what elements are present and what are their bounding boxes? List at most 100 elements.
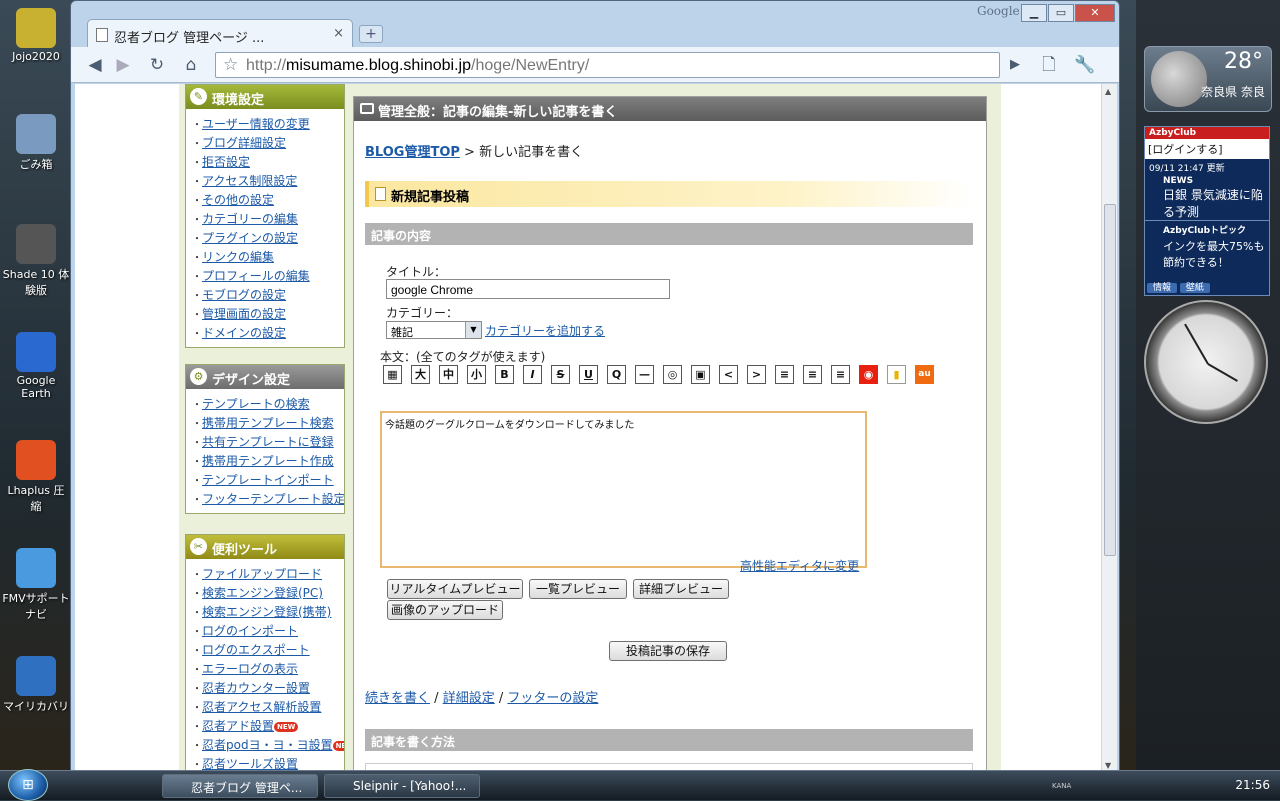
- bold-tag-icon[interactable]: B: [495, 365, 514, 384]
- image-tag-icon[interactable]: ▣: [691, 365, 710, 384]
- sidebar-item-link[interactable]: 忍者podヨ・ヨ・ヨ設置: [202, 738, 333, 752]
- sidebar-item-link[interactable]: 携帯用テンプレート検索: [202, 416, 334, 430]
- sidebar-item-link[interactable]: モブログの設定: [202, 288, 286, 302]
- forward-icon[interactable]: ▶: [109, 52, 137, 78]
- sidebar-item-link[interactable]: カテゴリーの編集: [202, 212, 298, 226]
- sidebar-item-link[interactable]: 忍者カウンター設置: [202, 681, 310, 695]
- sidebar-item-link[interactable]: 拒否設定: [202, 155, 250, 169]
- sidebar-item-link[interactable]: ログのインポート: [202, 624, 298, 638]
- small-tag-icon[interactable]: 小: [467, 365, 486, 384]
- desktop-icon[interactable]: マイリカバリ: [2, 656, 70, 714]
- sidebar-item-link[interactable]: 忍者アクセス解析設置: [202, 700, 321, 714]
- medium-tag-icon[interactable]: 中: [439, 365, 458, 384]
- footer-settings-link[interactable]: フッターの設定: [507, 691, 598, 706]
- sidebar-item-link[interactable]: プラグインの設定: [202, 231, 298, 245]
- sidebar-item-link[interactable]: 管理画面の設定: [202, 307, 286, 321]
- large-tag-icon[interactable]: 大: [411, 365, 430, 384]
- taskbar-item-browser[interactable]: 忍者ブログ 管理ペ...: [162, 774, 318, 798]
- realtime-preview-button[interactable]: リアルタイムプレビュー: [387, 579, 523, 599]
- sidebar-item-link[interactable]: エラーログの表示: [202, 662, 298, 676]
- list-preview-button[interactable]: 一覧プレビュー: [529, 579, 627, 599]
- tab-close-icon[interactable]: ×: [333, 26, 344, 41]
- sidebar-section-title: 環境設定: [212, 93, 265, 108]
- topic-text[interactable]: インクを最大75%も節約できる！: [1145, 238, 1269, 272]
- sidebar-item-link[interactable]: プロフィールの編集: [202, 269, 310, 283]
- sidebar-item-link[interactable]: テンプレートインポート: [202, 473, 334, 487]
- left-bracket-icon[interactable]: <: [719, 365, 738, 384]
- sidebar-item-link[interactable]: 忍者ツールズ設置: [202, 757, 298, 771]
- color-tag-icon[interactable]: ▦: [383, 365, 402, 384]
- add-category-link[interactable]: カテゴリーを追加する: [485, 322, 605, 339]
- link-tag-icon[interactable]: ◎: [663, 365, 682, 384]
- taskbar-item-sleipnir[interactable]: Sleipnir - [Yahoo!...: [324, 774, 480, 798]
- breadcrumb-blog-top[interactable]: BLOG管理TOP: [365, 145, 460, 160]
- taskbar-clock[interactable]: 21:56: [1235, 778, 1270, 792]
- news-text[interactable]: 日銀 景気減速に陥る予測: [1145, 186, 1269, 220]
- sidebar-item-link[interactable]: 共有テンプレートに登録: [202, 435, 334, 449]
- sidebar-item-link[interactable]: 携帯用テンプレート作成: [202, 454, 334, 468]
- hr-tag-icon[interactable]: —: [635, 365, 654, 384]
- sidebar-item-link[interactable]: ユーザー情報の変更: [202, 117, 310, 131]
- maximize-button[interactable]: ▭: [1048, 4, 1074, 22]
- sidebar-item-link[interactable]: ブログ詳細設定: [202, 136, 286, 150]
- strike-tag-icon[interactable]: S: [551, 365, 570, 384]
- continue-writing-link[interactable]: 続きを書く: [365, 691, 430, 706]
- page-menu-icon[interactable]: 🗋: [1035, 52, 1063, 78]
- sidebar-item-link[interactable]: 忍者アド設置: [202, 719, 274, 733]
- desktop-icon[interactable]: FMVサポートナビ: [2, 548, 70, 622]
- bookmark-star-icon[interactable]: ☆: [223, 55, 238, 75]
- category-label: カテゴリー：: [386, 306, 459, 320]
- desktop-icon[interactable]: Lhaplus 圧縮: [2, 440, 70, 514]
- sidebar-item-link[interactable]: ログのエクスポート: [202, 643, 310, 657]
- sidebar-item-link[interactable]: テンプレートの検索: [202, 397, 310, 411]
- sidebar-item-link[interactable]: フッターテンプレート設定: [202, 492, 344, 506]
- desktop-icon[interactable]: Shade 10 体験版: [2, 224, 70, 298]
- tab-wallpaper[interactable]: 壁紙: [1179, 283, 1210, 293]
- back-icon[interactable]: ◀: [81, 52, 109, 78]
- desktop-icon[interactable]: ごみ箱: [2, 114, 70, 172]
- align-right-icon[interactable]: ≡: [803, 365, 822, 384]
- image-upload-button[interactable]: 画像のアップロード: [387, 600, 503, 620]
- go-icon[interactable]: ▶: [1001, 52, 1029, 78]
- softbank-emoji-icon[interactable]: ▮: [887, 365, 906, 384]
- start-button[interactable]: ⊞: [8, 769, 48, 801]
- category-select[interactable]: 雑記 ▼: [386, 321, 482, 339]
- home-icon[interactable]: ⌂: [177, 52, 205, 78]
- quote-tag-icon[interactable]: Q: [607, 365, 626, 384]
- minimize-button[interactable]: ▁: [1021, 4, 1047, 22]
- au-emoji-icon[interactable]: au: [915, 365, 934, 384]
- sidebar-item-link[interactable]: リンクの編集: [202, 250, 274, 264]
- align-center-icon[interactable]: ≡: [831, 365, 850, 384]
- address-bar[interactable]: ☆ http://misumame.blog.shinobi.jp/hoge/N…: [215, 52, 1000, 78]
- detail-preview-button[interactable]: 詳細プレビュー: [633, 579, 729, 599]
- detail-settings-link[interactable]: 詳細設定: [443, 691, 495, 706]
- close-button[interactable]: ✕: [1075, 4, 1115, 22]
- desktop-icon[interactable]: Google Earth: [2, 332, 70, 400]
- sidebar-item-link[interactable]: 検索エンジン登録(携帯): [202, 605, 331, 619]
- reload-icon[interactable]: ↻: [143, 52, 171, 78]
- right-bracket-icon[interactable]: >: [747, 365, 766, 384]
- ime-kana[interactable]: KANA: [1052, 782, 1071, 790]
- sidebar-item-link[interactable]: ファイルアップロード: [202, 567, 322, 581]
- align-left-icon[interactable]: ≡: [775, 365, 794, 384]
- desktop-icon[interactable]: Jojo2020: [2, 8, 70, 63]
- title-input[interactable]: google Chrome: [386, 279, 670, 299]
- tab-info[interactable]: 情報: [1147, 283, 1178, 293]
- wrench-menu-icon[interactable]: 🔧: [1071, 52, 1099, 78]
- weather-gadget[interactable]: 28° 奈良県 奈良: [1144, 46, 1272, 112]
- sidebar-item-link[interactable]: ドメインの設定: [202, 326, 286, 340]
- tab-active[interactable]: 忍者ブログ 管理ページ ... ×: [87, 19, 353, 47]
- vertical-scrollbar[interactable]: ▲ ▼: [1101, 84, 1117, 773]
- azby-login[interactable]: [ログインする]: [1145, 139, 1269, 159]
- sidebar-item-link[interactable]: 検索エンジン登録(PC): [202, 586, 323, 600]
- italic-tag-icon[interactable]: I: [523, 365, 542, 384]
- docomo-emoji-icon[interactable]: ◉: [859, 365, 878, 384]
- sidebar-item-link[interactable]: アクセス制限設定: [202, 174, 297, 188]
- new-tab-button[interactable]: +: [359, 25, 383, 43]
- underline-tag-icon[interactable]: U: [579, 365, 598, 384]
- body-textarea[interactable]: 今話題のグーグルクロームをダウンロードしてみました: [380, 411, 867, 568]
- scroll-thumb[interactable]: [1104, 204, 1116, 556]
- sidebar-item-link[interactable]: その他の設定: [202, 193, 274, 207]
- save-post-button[interactable]: 投稿記事の保存: [609, 641, 727, 661]
- advanced-editor-link[interactable]: 高性能エディタに変更: [740, 557, 859, 574]
